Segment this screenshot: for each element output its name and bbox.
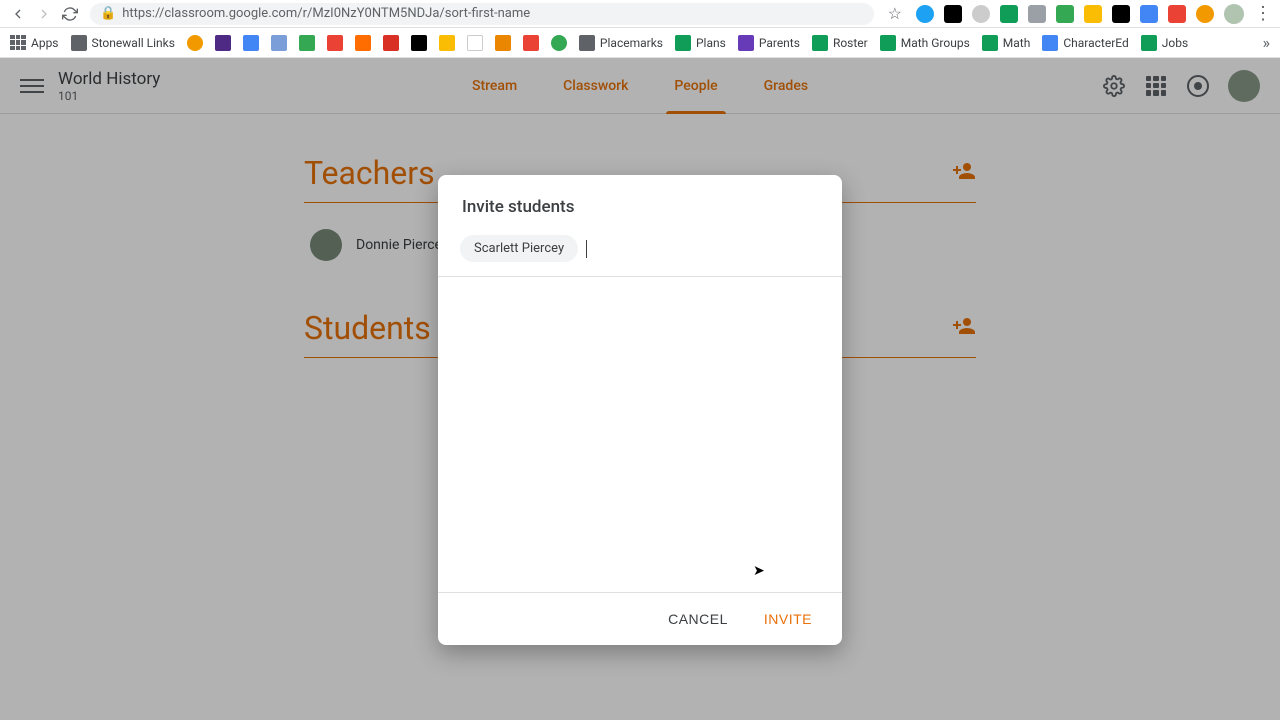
bookmark-item[interactable]: CharacterEd — [1042, 35, 1128, 51]
dialog-footer: CANCEL INVITE — [438, 592, 842, 645]
ext-icon[interactable] — [916, 5, 934, 23]
bookmark-label: Math Groups — [901, 36, 970, 50]
bookmark-label: Roster — [833, 36, 868, 50]
lock-icon: 🔒 — [100, 6, 116, 21]
bookmark-item[interactable]: Jobs — [1141, 35, 1188, 51]
star-icon[interactable]: ☆ — [888, 4, 902, 23]
text-cursor — [586, 240, 587, 258]
bookmark-item[interactable] — [187, 35, 203, 51]
bookmark-icon — [738, 35, 754, 51]
reload-icon[interactable] — [60, 4, 80, 24]
bookmark-icon — [495, 35, 511, 51]
ext-icon[interactable] — [972, 5, 990, 23]
bookmark-label: Math — [1003, 36, 1031, 50]
ext-icon[interactable] — [1056, 5, 1074, 23]
url-text: https://classroom.google.com/r/MzI0NzY0N… — [122, 6, 530, 21]
bookmark-icon — [383, 35, 399, 51]
bookmark-icon — [243, 35, 259, 51]
bookmark-item[interactable] — [355, 35, 371, 51]
bookmark-item[interactable]: Placemarks — [579, 35, 663, 51]
ext-icon[interactable] — [944, 5, 962, 23]
bookmark-icon — [299, 35, 315, 51]
bookmark-item[interactable]: Math — [982, 35, 1031, 51]
bookmark-item[interactable] — [243, 35, 259, 51]
bookmark-icon — [355, 35, 371, 51]
mouse-cursor-icon: ➤ — [753, 563, 765, 579]
bookmark-item[interactable]: Roster — [812, 35, 868, 51]
apps-button[interactable]: Apps — [10, 35, 59, 51]
dialog-body — [438, 277, 842, 592]
bookmark-icon — [327, 35, 343, 51]
apps-icon — [10, 35, 26, 51]
button-label: INVITE — [764, 611, 812, 627]
chip-label: Scarlett Piercey — [474, 241, 564, 256]
profile-avatar-icon[interactable] — [1224, 4, 1244, 24]
bookmark-item[interactable] — [299, 35, 315, 51]
ext-icon[interactable] — [1112, 5, 1130, 23]
bookmark-icon — [982, 35, 998, 51]
ext-icon[interactable] — [1196, 5, 1214, 23]
bookmark-icon — [187, 35, 203, 51]
recipient-input-row[interactable]: Scarlett Piercey — [438, 235, 842, 277]
bookmark-icon — [411, 35, 427, 51]
ext-icon[interactable] — [1168, 5, 1186, 23]
bookmark-label: Jobs — [1162, 36, 1188, 50]
invite-button[interactable]: INVITE — [756, 607, 820, 631]
bookmark-item[interactable] — [327, 35, 343, 51]
url-bar[interactable]: 🔒 https://classroom.google.com/r/MzI0NzY… — [90, 3, 874, 25]
bookmark-item[interactable] — [439, 35, 455, 51]
bookmark-icon — [675, 35, 691, 51]
bookmark-item[interactable] — [215, 35, 231, 51]
bookmark-icon — [467, 35, 483, 51]
ext-icon[interactable] — [1140, 5, 1158, 23]
bookmark-item[interactable] — [467, 35, 483, 51]
bookmark-label: Apps — [31, 36, 59, 50]
bookmark-item[interactable]: Stonewall Links — [71, 35, 175, 51]
bookmark-item[interactable] — [523, 35, 539, 51]
bookmark-label: Plans — [696, 36, 726, 50]
bookmarks-more-icon[interactable]: » — [1263, 33, 1271, 52]
extension-icons: ⋮ — [908, 3, 1272, 24]
ext-icon[interactable] — [1000, 5, 1018, 23]
bookmark-item[interactable]: Math Groups — [880, 35, 970, 51]
cancel-button[interactable]: CANCEL — [660, 607, 736, 631]
bookmark-item[interactable]: Plans — [675, 35, 726, 51]
bookmark-label: CharacterEd — [1063, 36, 1128, 50]
bookmark-icon — [215, 35, 231, 51]
bookmark-icon — [1141, 35, 1157, 51]
bookmark-item[interactable] — [411, 35, 427, 51]
bookmark-icon — [551, 35, 567, 51]
recipient-chip[interactable]: Scarlett Piercey — [460, 235, 578, 262]
back-icon[interactable] — [8, 4, 28, 24]
ext-icon[interactable] — [1028, 5, 1046, 23]
bookmark-item[interactable] — [271, 35, 287, 51]
bookmark-label: Stonewall Links — [92, 36, 175, 50]
bookmark-item[interactable] — [495, 35, 511, 51]
dialog-title: Invite students — [438, 175, 842, 235]
bookmark-icon — [1042, 35, 1058, 51]
bookmark-item[interactable]: Parents — [738, 35, 800, 51]
browser-nav-bar: 🔒 https://classroom.google.com/r/MzI0NzY… — [0, 0, 1280, 28]
bookmark-icon — [71, 35, 87, 51]
bookmark-icon — [271, 35, 287, 51]
bookmark-icon — [579, 35, 595, 51]
button-label: CANCEL — [668, 611, 728, 627]
invite-students-dialog: Invite students Scarlett Piercey CANCEL … — [438, 175, 842, 645]
bookmark-label: Placemarks — [600, 36, 663, 50]
bookmark-icon — [439, 35, 455, 51]
more-icon[interactable]: ⋮ — [1254, 3, 1272, 24]
bookmark-icon — [523, 35, 539, 51]
forward-icon[interactable] — [34, 4, 54, 24]
bookmark-icon — [880, 35, 896, 51]
bookmarks-bar: Apps Stonewall Links Placemarks Plans Pa… — [0, 28, 1280, 58]
bookmark-item[interactable] — [383, 35, 399, 51]
bookmark-label: Parents — [759, 36, 800, 50]
bookmark-item[interactable] — [551, 35, 567, 51]
bookmark-icon — [812, 35, 828, 51]
ext-icon[interactable] — [1084, 5, 1102, 23]
